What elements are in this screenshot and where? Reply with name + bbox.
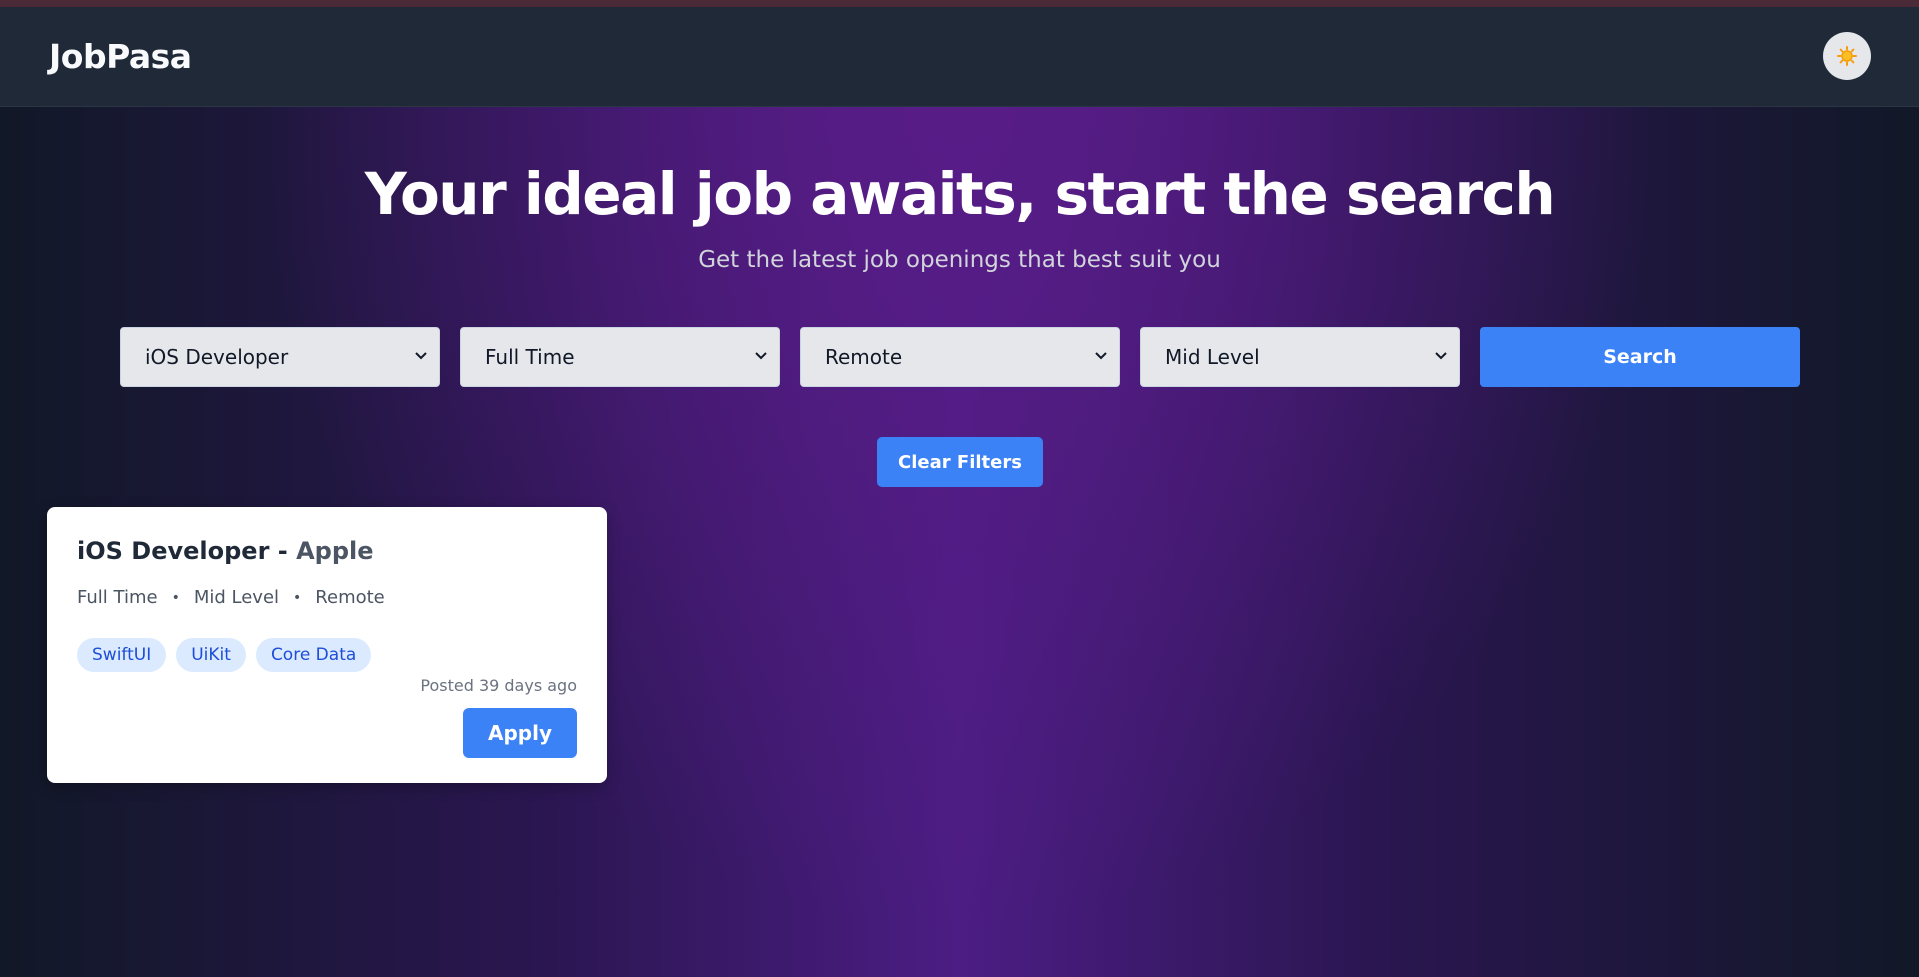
job-title-separator: - [269,537,297,565]
job-location-type: Remote [315,587,385,608]
level-select[interactable]: Mid Level [1140,327,1460,387]
location-type-select-value: Remote [825,345,903,369]
role-select[interactable]: iOS Developer [120,327,440,387]
theme-toggle-button[interactable] [1823,32,1871,80]
job-title-line: iOS Developer - Apple [77,537,374,565]
skill-tag: SwiftUI [77,638,167,672]
window-top-strip [0,0,1919,7]
job-type-select[interactable]: Full Time [460,327,780,387]
job-meta: Full Time • Mid Level • Remote [77,587,385,608]
posted-date: Posted 39 days ago [420,676,577,695]
job-card: iOS Developer - Apple Full Time • Mid Le… [47,507,607,783]
job-level: Mid Level [193,587,280,608]
skill-tags: SwiftUI UiKit Core Data [77,638,381,672]
chevron-down-icon [1095,352,1107,360]
hero-subheadline: Get the latest job openings that best su… [698,247,1221,273]
job-type: Full Time [77,587,158,608]
skill-tag: UiKit [176,638,246,672]
brand-logo[interactable]: JobPasa [49,37,192,76]
role-select-value: iOS Developer [145,345,289,369]
hero-headline: Your ideal job awaits, start the search [364,160,1556,228]
chevron-down-icon [755,352,767,360]
clear-filters-button[interactable]: Clear Filters [877,437,1043,487]
skill-tag: Core Data [255,638,372,672]
job-type-select-value: Full Time [485,345,575,369]
meta-separator: • [293,589,302,606]
level-select-value: Mid Level [1165,345,1260,369]
apply-button[interactable]: Apply [463,708,577,758]
job-title: iOS Developer [77,537,270,565]
chevron-down-icon [415,352,427,360]
job-company: Apple [296,537,374,565]
location-type-select[interactable]: Remote [800,327,1120,387]
search-button[interactable]: Search [1480,327,1800,387]
navbar: JobPasa [0,7,1919,107]
meta-separator: • [171,589,180,606]
sun-icon [1837,46,1857,66]
chevron-down-icon [1435,352,1447,360]
